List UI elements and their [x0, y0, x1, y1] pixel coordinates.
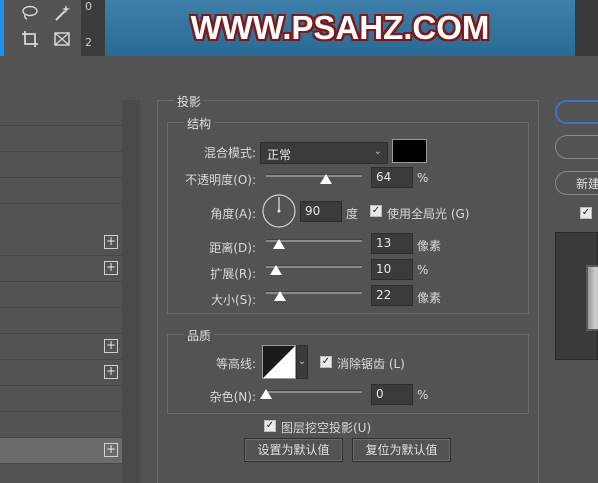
opacity-label: 不透明度(O): [185, 173, 256, 187]
style-preview [555, 232, 598, 360]
opacity-slider-thumb[interactable] [320, 174, 332, 184]
add-effect-icon[interactable]: + [104, 261, 118, 275]
ok-button[interactable] [555, 100, 598, 124]
add-effect-icon[interactable]: + [104, 339, 118, 353]
size-label: 大小(S): [210, 293, 256, 307]
angle-dial[interactable] [261, 193, 297, 229]
contour-picker[interactable] [262, 345, 296, 379]
style-row[interactable]: + [0, 360, 122, 386]
style-row-drop-shadow[interactable]: + [0, 438, 122, 464]
opacity-slider[interactable] [266, 174, 362, 177]
ruler-mark: 2 [85, 36, 92, 49]
style-row[interactable]: + [0, 334, 122, 360]
banner-text: WWW.PSAHZ.COM [190, 9, 490, 46]
blend-mode-label: 混合模式: [203, 146, 256, 160]
style-row[interactable] [0, 100, 122, 126]
spread-label: 扩展(R): [210, 267, 256, 281]
distance-unit: 像素 [417, 239, 442, 253]
contour-label: 等高线: [215, 357, 256, 371]
distance-label: 距离(D): [209, 241, 256, 255]
size-slider-thumb[interactable] [274, 291, 286, 301]
knockout-checkbox[interactable]: ✓ [264, 420, 276, 432]
angle-unit: 度 [346, 207, 359, 221]
spread-unit: % [417, 263, 429, 277]
add-effect-icon[interactable]: + [104, 443, 118, 457]
style-row[interactable] [0, 412, 122, 438]
size-input[interactable]: 22 [371, 285, 413, 306]
spread-slider-thumb[interactable] [270, 265, 282, 275]
top-strip: 0 2 WWW.PSAHZ.COM [0, 0, 598, 56]
opacity-unit: % [417, 171, 429, 185]
style-row[interactable]: + [0, 256, 122, 282]
reset-default-button[interactable]: 复位为默认值 [352, 438, 451, 462]
magic-wand-icon[interactable] [50, 2, 74, 24]
noise-input[interactable]: 0 [371, 384, 413, 405]
knockout-label: 图层挖空投影(U) [281, 421, 372, 435]
global-light-label: 使用全局光 (G) [387, 207, 470, 221]
blend-mode-select[interactable]: 正常 ⌄ [260, 142, 388, 164]
layer-style-dialog: + + + + + 投影 结构 混合模式: 正常 ⌄ 不透明度(O): 64 %… [0, 86, 598, 483]
add-effect-icon[interactable]: + [104, 235, 118, 249]
distance-input[interactable]: 13 [371, 233, 413, 254]
global-light-checkbox[interactable]: ✓ [370, 205, 382, 217]
canvas-dark-edge [575, 0, 598, 56]
new-style-label: 新建 [576, 177, 598, 191]
panel-title: 投影 [174, 93, 205, 110]
new-style-button[interactable]: 新建 [555, 171, 598, 195]
antialias-checkbox[interactable]: ✓ [320, 356, 332, 368]
blend-mode-value: 正常 [267, 148, 292, 162]
preview-checkbox[interactable]: ✓ [580, 207, 592, 219]
distance-slider-thumb[interactable] [273, 239, 285, 249]
chevron-down-icon: ⌄ [373, 146, 382, 157]
noise-label: 杂色(N): [209, 390, 256, 404]
styles-list: + + + + + [0, 86, 140, 483]
canvas-banner: WWW.PSAHZ.COM [105, 0, 575, 56]
style-row[interactable]: + [0, 230, 122, 256]
spread-input[interactable]: 10 [371, 259, 413, 280]
ruler-mark: 0 [85, 0, 92, 13]
noise-slider-thumb[interactable] [260, 389, 272, 399]
lasso-icon[interactable] [18, 2, 42, 24]
chevron-down-icon[interactable]: ⌄ [296, 345, 308, 379]
opacity-input[interactable]: 64 [371, 167, 413, 188]
style-row[interactable] [0, 152, 122, 178]
add-effect-icon[interactable]: + [104, 365, 118, 379]
antialias-label: 消除锯齿 (L) [337, 357, 405, 371]
shadow-color-swatch[interactable] [392, 139, 427, 163]
structure-title: 结构 [184, 115, 215, 132]
noise-unit: % [417, 388, 429, 402]
toolbox-active-edge [0, 0, 4, 56]
style-row[interactable] [0, 178, 122, 204]
style-row[interactable] [0, 282, 122, 308]
preview-thumbnail [586, 265, 598, 331]
angle-label: 角度(A): [210, 207, 256, 221]
vertical-ruler: 0 2 [81, 0, 105, 56]
size-unit: 像素 [417, 291, 442, 305]
style-row[interactable] [0, 126, 122, 152]
noise-slider[interactable] [266, 390, 362, 393]
list-scrollbar[interactable] [122, 100, 140, 483]
dialog-right-column: 新建 ✓ [555, 86, 598, 483]
crop-icon[interactable] [18, 28, 42, 50]
cancel-button[interactable] [555, 135, 598, 159]
style-row[interactable] [0, 386, 122, 412]
make-default-button[interactable]: 设置为默认值 [244, 438, 343, 462]
style-row[interactable] [0, 308, 122, 334]
angle-input[interactable]: 90 [300, 201, 342, 222]
frame-icon[interactable] [50, 28, 74, 50]
quality-title: 品质 [184, 327, 215, 344]
